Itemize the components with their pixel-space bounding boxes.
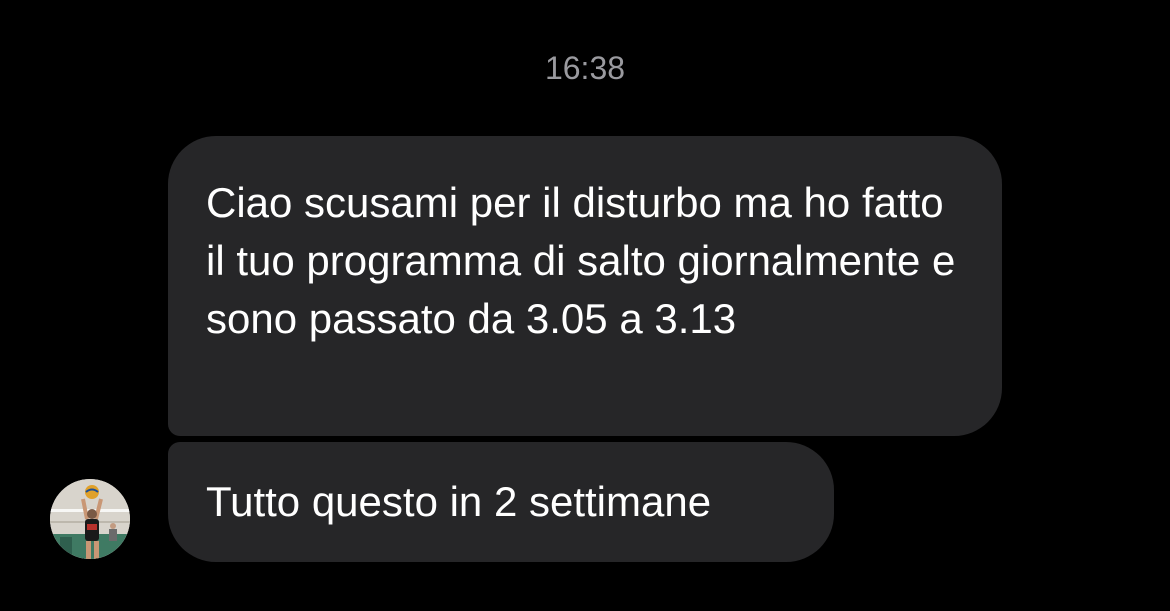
incoming-message-bubble[interactable]: Tutto questo in 2 settimane <box>168 442 834 562</box>
volleyball-player-photo-icon <box>50 479 130 559</box>
incoming-message-bubble[interactable]: Ciao scusami per il disturbo ma ho fatto… <box>168 136 1002 436</box>
sender-avatar[interactable] <box>50 479 130 559</box>
message-timestamp: 16:38 <box>544 50 626 86</box>
